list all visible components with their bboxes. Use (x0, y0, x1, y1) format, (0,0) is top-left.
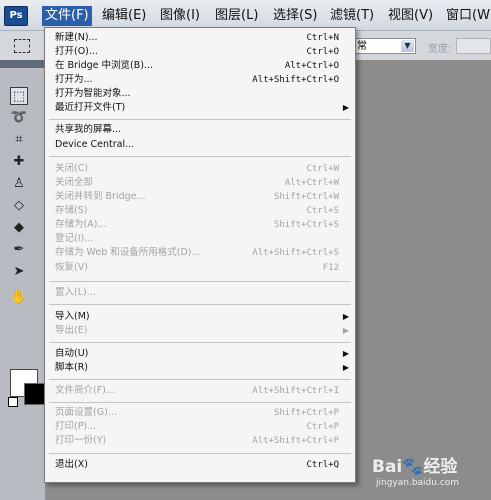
menu-separator (49, 156, 351, 157)
file-menu-save[interactable]: 存储(S) Ctrl+S (45, 204, 355, 218)
file-menu-device-central[interactable]: Device Central... (45, 138, 355, 152)
file-menu-scripts[interactable]: 脚本(R) ▶ (45, 361, 355, 375)
default-colors-icon[interactable] (8, 397, 18, 407)
menu-separator (49, 119, 351, 120)
background-color-swatch[interactable] (24, 383, 46, 405)
chevron-down-icon[interactable]: ▼ (401, 40, 414, 52)
menu-filter[interactable]: 滤镜(T) (327, 6, 377, 26)
rect-marquee-tool-icon[interactable]: ⬚ (10, 87, 28, 105)
menu-separator (49, 281, 351, 282)
menu-view[interactable]: 视图(V) (385, 6, 436, 26)
file-menu-close-all[interactable]: 关闭全部 Alt+Ctrl+W (45, 176, 355, 190)
menu-layer[interactable]: 图层(L) (212, 6, 261, 26)
style-select[interactable]: 常 ▼ (352, 38, 416, 54)
menu-separator (49, 379, 351, 380)
width-input[interactable] (456, 38, 491, 54)
blur-tool-icon[interactable]: ◆ (10, 219, 28, 237)
file-menu-revert[interactable]: 恢复(V) F12 (45, 261, 355, 275)
file-menu-print[interactable]: 打印(P)... Ctrl+P (45, 420, 355, 434)
file-menu-save-as[interactable]: 存储为(A)... Shift+Ctrl+S (45, 218, 355, 232)
file-menu-exit[interactable]: 退出(X) Ctrl+Q (45, 458, 355, 472)
photoshop-logo: Ps (4, 6, 28, 26)
file-menu-open[interactable]: 打开(O)... Ctrl+O (45, 45, 355, 59)
path-select-tool-icon[interactable]: ➤ (10, 263, 28, 281)
menu-separator (49, 304, 351, 305)
file-menu-open-recent[interactable]: 最近打开文件(T) ▶ (45, 101, 355, 115)
file-menu-close[interactable]: 关闭(C) Ctrl+W (45, 162, 355, 176)
menu-edit[interactable]: 编辑(E) (99, 6, 149, 26)
toolbox: ⬚ ➰ ⌗ ✚ ♙ ◇ ◆ ✒ ➤ ✋ (0, 60, 46, 500)
baidu-jingyan-watermark: Bai🐾经验 jingyan.baidu.com (372, 452, 459, 488)
file-menu-close-and-go-to-bridge[interactable]: 关闭并转到 Bridge... Shift+Ctrl+W (45, 190, 355, 204)
file-menu-browse-in-bridge[interactable]: 在 Bridge 中浏览(B)... Alt+Ctrl+O (45, 59, 355, 73)
width-label: 宽度: (428, 44, 452, 55)
menu-window[interactable]: 窗口(W) (443, 6, 491, 26)
file-menu-file-info[interactable]: 文件简介(F)... Alt+Shift+Ctrl+I (45, 384, 355, 398)
toolbox-header[interactable] (0, 60, 45, 68)
file-menu-place[interactable]: 置入(L)... (45, 286, 355, 300)
healing-brush-icon[interactable]: ✚ (10, 153, 28, 171)
file-menu-dropdown: 新建(N)... Ctrl+N 打开(O)... Ctrl+O 在 Bridge 中… (44, 27, 356, 483)
lasso-tool-icon[interactable]: ➰ (10, 109, 28, 127)
baidu-jingyan-logo: Bai🐾经验 (372, 457, 458, 477)
clone-stamp-icon[interactable]: ♙ (10, 175, 28, 193)
menu-separator (49, 453, 351, 454)
file-menu-automate[interactable]: 自动(U) ▶ (45, 347, 355, 361)
file-menu-new[interactable]: 新建(N)... Ctrl+N (45, 31, 355, 45)
crop-tool-icon[interactable]: ⌗ (10, 131, 28, 149)
submenu-arrow-icon: ▶ (342, 103, 349, 112)
eraser-tool-icon[interactable]: ◇ (10, 197, 28, 215)
menu-separator (49, 402, 351, 403)
watermark-url: jingyan.baidu.com (376, 478, 460, 488)
file-menu-open-as[interactable]: 打开为... Alt+Shift+Ctrl+O (45, 73, 355, 87)
menu-select[interactable]: 选择(S) (270, 6, 320, 26)
submenu-arrow-icon: ▶ (342, 312, 349, 321)
menu-file[interactable]: 文件(F) (42, 6, 92, 26)
submenu-arrow-icon: ▶ (342, 349, 349, 358)
file-menu-export[interactable]: 导出(E) ▶ (45, 324, 355, 338)
menu-separator (49, 342, 351, 343)
file-menu-check-in[interactable]: 登记(I)... (45, 232, 355, 246)
file-menu-import[interactable]: 导入(M) ▶ (45, 310, 355, 324)
file-menu-page-setup[interactable]: 页面设置(G)... Shift+Ctrl+P (45, 406, 355, 420)
marquee-preset-icon[interactable] (14, 39, 30, 53)
hand-tool-icon[interactable]: ✋ (10, 289, 28, 307)
file-menu-save-for-web[interactable]: 存储为 Web 和设备所用格式(D)... Alt+Shift+Ctrl+S (45, 246, 355, 260)
style-select-value: 常 (357, 41, 367, 52)
submenu-arrow-icon: ▶ (342, 326, 349, 335)
pen-tool-icon[interactable]: ✒ (10, 241, 28, 259)
file-menu-open-as-smart-object[interactable]: 打开为智能对象... (45, 87, 355, 101)
file-menu-print-one-copy[interactable]: 打印一份(Y) Alt+Shift+Ctrl+P (45, 434, 355, 448)
menu-image[interactable]: 图像(I) (157, 6, 203, 26)
submenu-arrow-icon: ▶ (342, 363, 349, 372)
file-menu-share-my-screen[interactable]: 共享我的屏幕... (45, 123, 355, 137)
